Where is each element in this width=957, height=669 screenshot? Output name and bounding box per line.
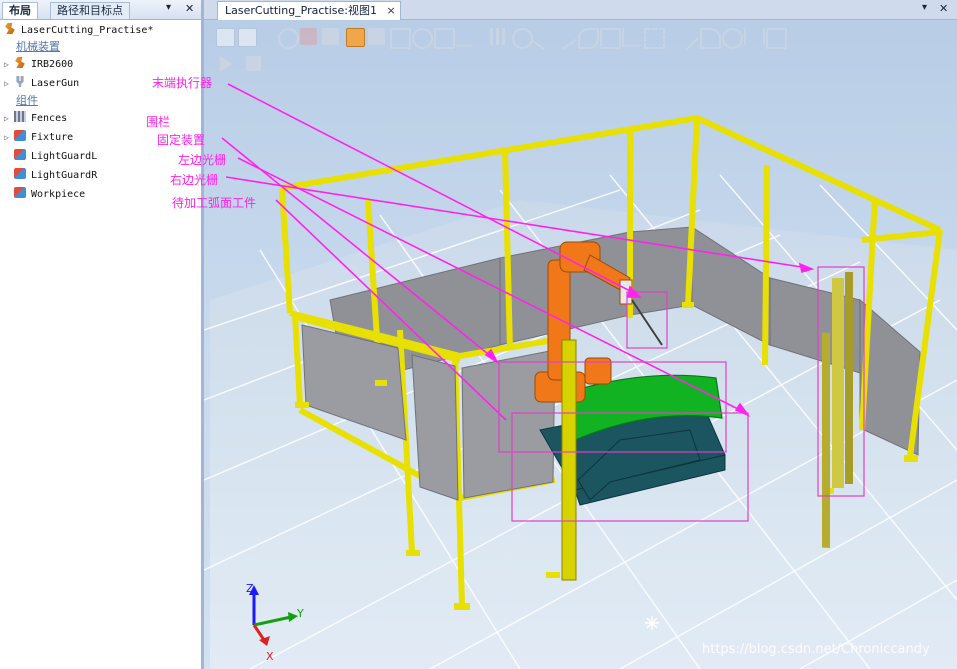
view-close-icon[interactable]: ✕	[939, 2, 948, 15]
tree-item-label: Fixture	[31, 132, 74, 143]
tree-item-irb2600[interactable]: ▷ IRB2600	[4, 56, 73, 74]
part-icon	[14, 187, 26, 198]
tree-item-fixture[interactable]: ▷ Fixture	[4, 129, 73, 147]
annotation-light-left: 左边光栅	[178, 153, 227, 167]
viewport-3d[interactable]: Z Y X https://blog.csdn.net/Chroniccandy	[204, 20, 957, 669]
tree-item-lasergun[interactable]: ▷ LaserGun	[4, 75, 79, 93]
annotation-end-effector: 末端执行器	[152, 76, 213, 90]
tab-view1[interactable]: LaserCutting_Practise:视图1 ×	[217, 1, 401, 20]
axis-z-label: Z	[246, 582, 254, 595]
expand-arrow-icon[interactable]: ▷	[4, 56, 14, 74]
tree-station[interactable]: LaserCutting_Practise*	[4, 22, 153, 40]
group-mechanisms: 机械装置	[16, 40, 60, 53]
view-menu-icon[interactable]: ▾	[922, 2, 927, 13]
fence-icon	[14, 111, 26, 122]
tool-icon	[16, 76, 24, 87]
panel-tab-bar: 布局 路径和目标点 ▾ ✕	[0, 0, 201, 20]
part-icon	[14, 168, 26, 179]
expand-arrow-icon[interactable]: ▷	[4, 75, 14, 93]
part-icon	[14, 149, 26, 160]
tree-item-label: Fences	[31, 113, 68, 124]
annotation-fixture: 固定装置	[157, 133, 206, 147]
tab-layout[interactable]: 布局	[2, 2, 38, 19]
tree-item-label: Workpiece	[31, 189, 86, 200]
station-icon	[5, 23, 15, 34]
axis-y-label: Y	[297, 607, 304, 620]
expand-arrow-icon[interactable]: ▷	[4, 110, 14, 128]
tree-item-lightguardl[interactable]: LightGuardL	[4, 148, 97, 166]
tree-item-label: IRB2600	[31, 59, 74, 70]
axis-x-label: X	[266, 650, 274, 663]
annotation-workpiece: 待加工弧面工件	[172, 196, 257, 210]
tree-item-label: LightGuardR	[31, 170, 98, 181]
panel-pin-icon[interactable]: ▾	[166, 2, 171, 13]
tree-item-label: LaserGun	[31, 78, 80, 89]
watermark: https://blog.csdn.net/Chroniccandy	[702, 642, 930, 657]
station-label: LaserCutting_Practise*	[21, 25, 154, 36]
tree-item-fences[interactable]: ▷ Fences	[4, 110, 67, 128]
tree-item-label: LightGuardL	[31, 151, 98, 162]
panel-close-icon[interactable]: ✕	[185, 2, 194, 15]
annotation-light-right: 右边光栅	[170, 173, 219, 187]
robot-icon	[15, 57, 25, 68]
view-tab-label: LaserCutting_Practise:视图1	[225, 4, 378, 17]
annotation-fences: 围栏	[146, 115, 171, 129]
expand-arrow-icon[interactable]: ▷	[4, 129, 14, 147]
origin-star-icon	[645, 616, 659, 630]
tree-item-lightguardr[interactable]: LightGuardR	[4, 167, 97, 185]
tree-item-workpiece[interactable]: Workpiece	[4, 186, 85, 204]
tab-paths-targets[interactable]: 路径和目标点	[50, 2, 130, 19]
layout-panel: 布局 路径和目标点 ▾ ✕ LaserCutting_Practise* 机械装…	[0, 0, 204, 669]
scene-canvas	[204, 83, 957, 669]
tab-close-icon[interactable]: ×	[387, 4, 396, 17]
group-components: 组件	[16, 94, 38, 107]
part-icon	[14, 130, 26, 141]
